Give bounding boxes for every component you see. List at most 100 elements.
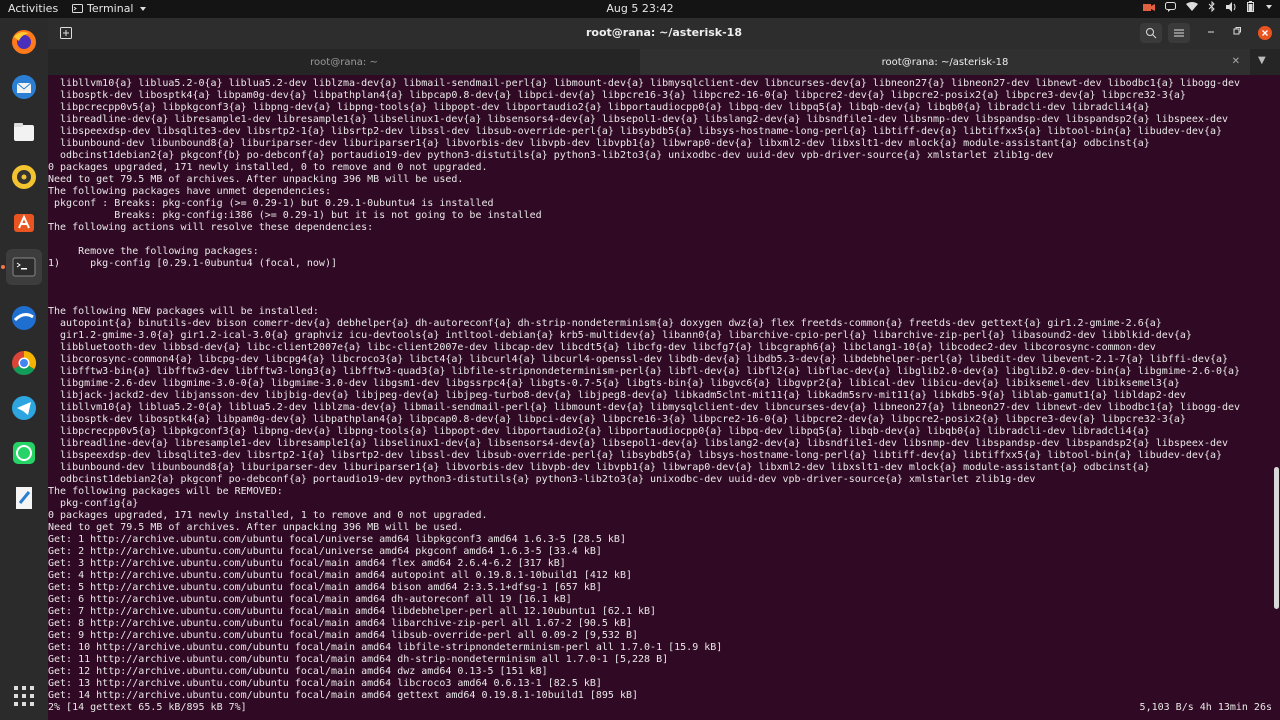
terminal-line: Breaks: pkg-config:i386 (>= 0.29-1) but … [48,210,542,221]
terminal-line: Get: 14 http://archive.ubuntu.com/ubuntu… [48,690,639,701]
menu-button[interactable] [1168,23,1190,43]
chat-icon [1165,1,1176,12]
terminal-line: pkg-config{a} [48,498,139,509]
terminal-line: libllvm10{a} liblua5.2-0{a} liblua5.2-de… [48,402,1241,413]
battery-icon [1247,1,1254,12]
software-center-icon [14,214,34,232]
terminal-line: Remove the following packages: [48,246,259,257]
show-applications[interactable] [6,678,42,714]
terminal-line: Get: 6 http://archive.ubuntu.com/ubuntu … [48,594,572,605]
dock-whatsapp[interactable] [6,435,42,471]
terminal-line: The following actions will resolve these… [48,222,374,233]
terminal-line: The following NEW packages will be insta… [48,306,319,317]
hamburger-icon [1174,29,1184,37]
terminal-line: Need to get 79.5 MB of archives. After u… [48,174,464,185]
scrollbar[interactable] [1272,75,1280,720]
close-button[interactable] [1258,26,1272,40]
terminal-line: Get: 1 http://archive.ubuntu.com/ubuntu … [48,534,626,545]
dock-rhythmbox[interactable] [6,159,42,195]
chrome-icon [12,351,37,376]
terminal-line: The following packages have unmet depend… [48,186,331,197]
dock [0,18,48,720]
dock-thunderbird[interactable] [6,69,42,105]
scrollbar-thumb[interactable] [1274,467,1279,609]
dock-firefox[interactable] [6,24,42,60]
active-indicator [1,265,5,269]
terminal-line: libunbound-dev libunbound8{a} liburipars… [48,138,1150,149]
terminal-content[interactable]: libllvm10{a} liblua5.2-0{a} liblua5.2-de… [48,75,1280,720]
terminal-line: Get: 2 http://archive.ubuntu.com/ubuntu … [48,546,602,557]
terminal-line: libosptk-dev libosptk4{a} libpam0g-dev{a… [48,90,1186,101]
telegram-icon [12,396,36,420]
terminal-line: libbluetooth-dev libbsd-dev{a} libc-clie… [48,342,1156,353]
chevron-down-icon: ▼ [1258,55,1266,66]
rhythmbox-icon [12,165,36,189]
terminal-line: libjack-jackd2-dev libjansson-dev libjbi… [48,390,1186,401]
dock-terminal[interactable] [6,249,42,285]
thunderbird-icon [12,75,36,99]
clock[interactable]: Aug 5 23:42 [0,2,1280,15]
show-applications-icon [14,686,34,706]
dock-pycharm[interactable] [6,300,42,336]
minimize-icon [1208,31,1214,33]
wifi-icon [1186,1,1198,11]
terminal-line: libpcrecpp0v5{a} libpkgconf3{a} libpng-d… [48,102,1150,113]
terminal-line: libreadline-dev{a} libresample1-dev libr… [48,438,1229,449]
terminal-line: 1) pkg-config [0.29.1-0ubuntu4 (focal, n… [48,258,337,269]
dock-chrome[interactable] [6,345,42,381]
terminal-line: libspeexdsp-dev libsqlite3-dev libsrtp2-… [48,126,1222,137]
terminal-icon [12,257,36,277]
top-bar: Activities Terminal Aug 5 23:42 [0,0,1280,18]
dock-telegram[interactable] [6,390,42,426]
pycharm-icon [12,306,36,330]
volume-icon [1226,1,1236,12]
terminal-line: Get: 9 http://archive.ubuntu.com/ubuntu … [48,630,639,641]
camera-icon [1143,3,1155,11]
terminal-output: libllvm10{a} liblua5.2-0{a} liblua5.2-de… [48,78,1276,718]
tab-asterisk[interactable]: root@rana: ~/asterisk-18 ✕ [640,49,1250,75]
tab-home[interactable]: root@rana: ~ [48,49,640,75]
terminal-line: 0 packages upgraded, 171 newly installed… [48,162,488,173]
dock-text-editor[interactable] [6,480,42,516]
minimize-button[interactable] [1204,26,1218,40]
terminal-line: libllvm10{a} liblua5.2-0{a} liblua5.2-de… [48,78,1241,89]
dock-files[interactable] [6,114,42,150]
tab-close-icon[interactable]: ✕ [1232,56,1240,67]
download-rate: 5,103 B/s 4h 13min 26s [1139,702,1272,713]
terminal-line: gir1.2-gmime-3.0{a} gir1.2-ical-3.0{a} g… [48,330,1192,341]
terminal-line: Get: 4 http://archive.ubuntu.com/ubuntu … [48,570,632,581]
terminal-line: Get: 10 http://archive.ubuntu.com/ubuntu… [48,642,723,653]
firefox-icon [12,30,36,54]
terminal-line: 2% [14 gettext 65.5 kB/895 kB 7%] [48,702,247,713]
terminal-line: The following packages will be REMOVED: [48,486,283,497]
terminal-line: 0 packages upgraded, 171 newly installed… [48,510,488,521]
header-bar: root@rana: ~/asterisk-18 [48,18,1280,49]
close-icon [1262,30,1268,36]
terminal-line: libpcrecpp0v5{a} libpkgconf3{a} libpng-d… [48,426,1150,437]
terminal-line: Get: 13 http://archive.ubuntu.com/ubuntu… [48,678,602,689]
search-button[interactable] [1140,23,1162,43]
text-editor-icon [16,487,32,509]
terminal-line: pkgconf : Breaks: pkg-config (>= 0.29-1)… [48,198,494,209]
terminal-line: libspeexdsp-dev libsqlite3-dev libsrtp2-… [48,450,1222,461]
terminal-line: Get: 12 http://archive.ubuntu.com/ubuntu… [48,666,548,677]
terminal-line: libunbound-dev libunbound8{a} liburipars… [48,462,1150,473]
terminal-line: Get: 5 http://archive.ubuntu.com/ubuntu … [48,582,602,593]
maximize-button[interactable] [1230,26,1244,40]
terminal-window: root@rana: ~/asterisk-18 root@rana: ~ ro… [48,18,1280,720]
system-tray[interactable] [1143,1,1272,12]
terminal-line: libosptk-dev libosptk4{a} libpam0g-dev{a… [48,414,1186,425]
terminal-line: libcorosync-common4{a} libcpg-dev libcpg… [48,354,1229,365]
tab-list-button[interactable]: ▼ [1258,55,1266,66]
dock-software[interactable] [6,204,42,240]
terminal-line: libgmime-2.6-dev libgmime-3.0-0{a} libgm… [48,378,1180,389]
tab-bar: root@rana: ~ root@rana: ~/asterisk-18 ✕ … [48,49,1280,75]
whatsapp-icon [13,442,35,464]
restore-icon [1233,27,1241,35]
terminal-line: libfftw3-bin{a} libfftw3-dev libfftw3-lo… [48,366,1241,377]
terminal-line: Get: 7 http://archive.ubuntu.com/ubuntu … [48,606,657,617]
